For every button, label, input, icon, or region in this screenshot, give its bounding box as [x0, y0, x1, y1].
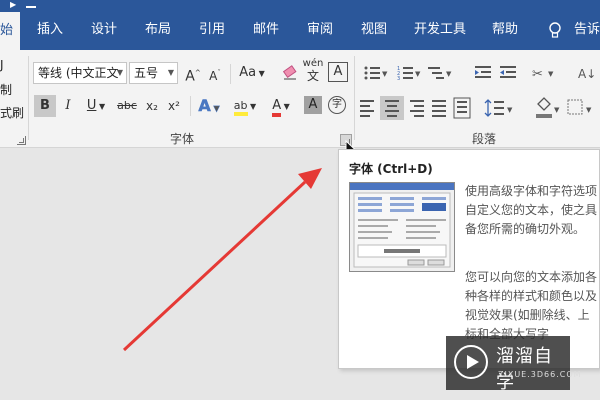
tooltip-description-2: 您可以向您的文本添加各种各样的样式和颜色以及视觉效果(如删除线、上标和全部大写字	[465, 270, 598, 341]
font-dialog-preview-image	[349, 182, 455, 272]
watermark-logo: 溜溜自学 ZIXUE.3D66.COM	[446, 336, 581, 393]
watermark-url: ZIXUE.3D66.COM	[498, 370, 582, 379]
play-logo-icon	[454, 345, 488, 379]
dialog-thumbnail-icon	[350, 183, 454, 268]
tooltip-title: 字体 (Ctrl+D)	[349, 162, 433, 176]
watermark-name: 溜溜自学	[496, 346, 553, 393]
tooltip-description-1: 使用高级字体和字符选项自定义您的文本，使之具备您所需的确切外观。	[465, 184, 598, 236]
